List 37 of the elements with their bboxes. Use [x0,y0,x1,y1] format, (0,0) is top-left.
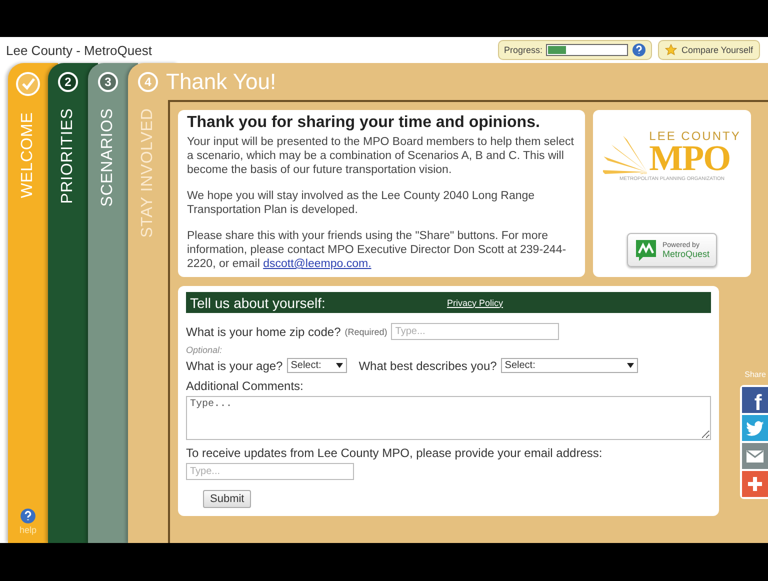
email-button[interactable] [742,443,768,469]
progress-label: Progress: [504,45,542,55]
checkmark-icon [16,72,40,96]
field-label: To receive updates from Lee County MPO, please provide your email address: [186,446,604,460]
page-title: Thank You! [166,68,278,96]
step-number: 3 [98,72,118,92]
help-icon[interactable] [632,43,646,57]
bird-icon [746,420,764,436]
help-icon[interactable] [20,508,36,524]
help-label: help [19,525,36,535]
email-link[interactable]: dscott@leempo.com. [263,258,372,270]
step-number: 2 [58,72,78,92]
more-share-button[interactable] [742,471,768,497]
step-tab[interactable]: PRIORITIES [59,108,77,204]
form-heading: Tell us about yourself: [190,294,326,310]
contact-paragraph: Please share this with your friends using the "Share" buttons. For more information, please contact MPO Executive Director Don Scott at 239-244-2220, or email dscott@leempo.com. [187,229,568,271]
message-heading: Thank you for sharing your time and opinions. [187,116,541,130]
field-label: What best describes you? [358,358,497,372]
envelope-icon [746,450,764,462]
message-paragraph: Your input will be presented to the MPO Board members to help them select a scenario, which may be a combination of Scenarios A, B and C. This will become the basis of our future transportation vision. [187,135,575,177]
plus-icon [748,477,762,491]
field-label: Additional Comments: [186,379,304,393]
message-paragraph: We hope you will stay involved as the Lee County 2040 Long Range Transportation Plan is developed. [187,189,536,217]
compare-yourself-button[interactable]: Compare Yourself [658,40,760,60]
logo-text: MPO [649,142,730,174]
facebook-button[interactable]: f [742,387,768,413]
window-title: Lee County - MetroQuest [6,42,153,58]
field-label: What is your age? [186,358,283,372]
share-label: Share [744,370,766,379]
logo-text: LEE COUNTY [649,130,741,142]
twitter-button[interactable] [742,415,768,441]
field-label: What is your home zip code? [186,324,341,338]
optional-label: Optional: [186,345,224,355]
required-note: (Required) [344,326,388,336]
star-icon [665,44,678,56]
privacy-policy-link[interactable]: Privacy Policy [447,298,504,308]
step-number: 4 [138,72,158,92]
